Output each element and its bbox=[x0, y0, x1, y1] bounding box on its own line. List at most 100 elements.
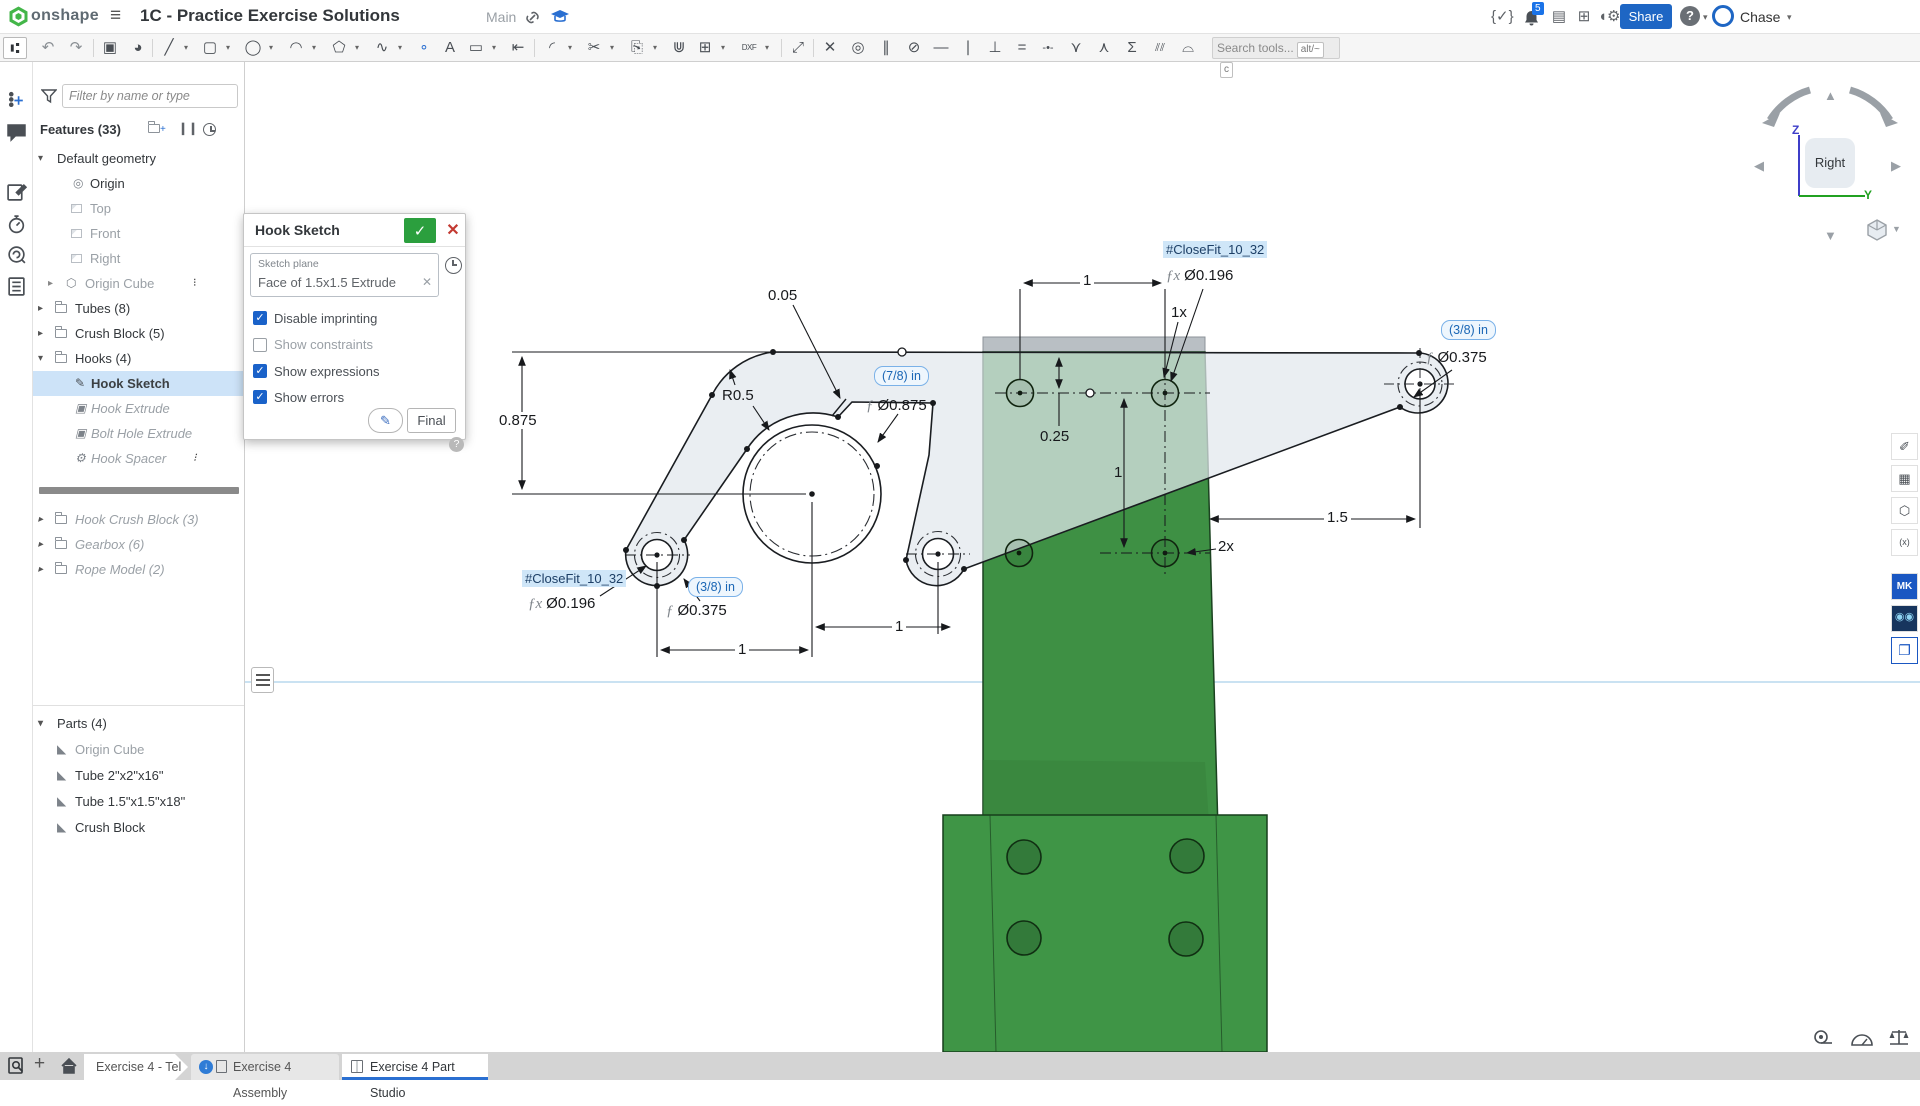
part-row-crush-block[interactable]: ◣Crush Block bbox=[33, 815, 245, 840]
hamburger-menu-icon[interactable]: ≡ bbox=[110, 5, 121, 27]
dimension-tool-icon[interactable]: ⇤ bbox=[506, 37, 530, 59]
text-tool-icon[interactable]: A bbox=[438, 37, 462, 59]
view-options-caret-icon[interactable]: ▼ bbox=[1892, 224, 1901, 234]
fillet-tool-caret-icon[interactable]: ▾ bbox=[564, 37, 576, 59]
circle-tool-caret-icon[interactable]: ▾ bbox=[265, 37, 277, 59]
equal-constraint-icon[interactable]: = bbox=[1010, 37, 1034, 59]
tab-exercise-4-tel[interactable]: Exercise 4 - Tel bbox=[84, 1054, 188, 1080]
home-tab-icon[interactable] bbox=[60, 1057, 78, 1075]
dim-dia-0.875[interactable]: ƒØ0.875 bbox=[866, 397, 927, 415]
line-tool-caret-icon[interactable]: ▾ bbox=[180, 37, 192, 59]
dim-dia-0.196-top[interactable]: ƒxØ0.196 bbox=[1166, 267, 1233, 285]
redo-button[interactable]: ↷ bbox=[64, 37, 88, 59]
count-2x[interactable]: 2x bbox=[1218, 538, 1234, 555]
workspace-name[interactable]: Main bbox=[486, 9, 516, 25]
units-pill-3-8-bottom[interactable]: (3/8) in bbox=[688, 577, 743, 597]
row-menu-dots-icon[interactable]: ⁝ bbox=[193, 271, 197, 296]
share-link-icon[interactable] bbox=[524, 9, 541, 26]
dim-1-mid[interactable]: 1 bbox=[1114, 464, 1122, 481]
document-title[interactable]: 1C - Practice Exercise Solutions bbox=[140, 6, 400, 26]
line-tool-icon[interactable]: ╱ bbox=[157, 37, 181, 59]
rotate-down-arrow[interactable]: ▼ bbox=[1824, 228, 1837, 243]
config-cube-panel-icon[interactable]: ⬡ bbox=[1891, 497, 1918, 524]
revolve-tool-icon[interactable]: ◕ bbox=[126, 37, 150, 59]
show-constraints-checkbox[interactable] bbox=[253, 338, 267, 352]
mirror-tool-icon[interactable]: ⋓ bbox=[667, 37, 691, 59]
dim-0.875[interactable]: 0.875 bbox=[496, 412, 540, 429]
sketch-plane-field[interactable]: Sketch plane Face of 1.5x1.5 Extrude ✕ bbox=[250, 253, 439, 297]
rotate-up-arrow[interactable]: ▲ bbox=[1824, 88, 1837, 103]
perpendicular-constraint-icon[interactable]: ⊥ bbox=[983, 37, 1007, 59]
history-clock-icon[interactable] bbox=[203, 121, 216, 137]
mcmaster-panel-icon[interactable]: MK bbox=[1891, 573, 1918, 600]
tab-exercise-4-assembly[interactable]: ↓ Exercise 4 Assembly bbox=[191, 1054, 339, 1080]
count-1x[interactable]: 1x bbox=[1171, 304, 1187, 321]
filter-icon[interactable] bbox=[41, 88, 57, 104]
feature-row-right-plane[interactable]: Right bbox=[33, 246, 245, 271]
slot-tool-icon[interactable]: ▭ bbox=[464, 37, 488, 59]
user-menu-caret-icon[interactable]: ▾ bbox=[1787, 12, 1792, 23]
normal-constraint-icon[interactable]: ⌓ bbox=[1176, 37, 1200, 59]
feature-row-hook-extrude[interactable]: ▣Hook Extrude bbox=[33, 396, 245, 421]
dim-1-bottom-left[interactable]: 1 bbox=[735, 641, 749, 658]
dim-0.25[interactable]: 0.25 bbox=[1040, 428, 1069, 445]
onshape-logo-icon[interactable] bbox=[8, 6, 29, 27]
mass-properties-scale-icon[interactable] bbox=[1888, 1028, 1910, 1048]
configurations-panel-icon[interactable]: ▦ bbox=[1891, 465, 1918, 492]
feature-row-hook-sketch[interactable]: ✎Hook Sketch bbox=[33, 371, 245, 396]
rollback-bar[interactable] bbox=[39, 487, 239, 494]
feature-row-tubes-folder[interactable]: ▸Tubes (8) bbox=[33, 296, 245, 321]
comments-icon[interactable] bbox=[6, 122, 27, 143]
feature-row-hooks-folder[interactable]: ▾Hooks (4) bbox=[33, 346, 245, 371]
arc-tool-caret-icon[interactable]: ▾ bbox=[308, 37, 320, 59]
polygon-tool-icon[interactable]: ⬠ bbox=[327, 37, 351, 59]
feature-row-hook-spacer[interactable]: ⚙Hook Spacer⁝ bbox=[33, 446, 245, 471]
create-folder-icon[interactable]: + bbox=[148, 121, 166, 135]
import-dxf-caret-icon[interactable]: ▾ bbox=[761, 37, 773, 59]
offset-tool-caret-icon[interactable]: ▾ bbox=[649, 37, 661, 59]
construction-toggle-icon[interactable]: ⫽⫽ bbox=[1148, 37, 1172, 59]
history-stopwatch-icon[interactable] bbox=[6, 214, 27, 235]
slot-tool-caret-icon[interactable]: ▾ bbox=[488, 37, 500, 59]
rotate-left-arrow[interactable]: ◀ bbox=[1754, 158, 1764, 174]
equation-icon[interactable]: Σ bbox=[1120, 37, 1144, 59]
units-pill-3-8-right[interactable]: (3/8) in bbox=[1441, 320, 1496, 340]
dim-dia-0.196-bottom[interactable]: ƒxØ0.196 bbox=[528, 595, 595, 613]
concentric-constraint-icon[interactable]: ◎ bbox=[846, 37, 870, 59]
feature-row-origin-cube[interactable]: ▸⬡Origin Cube⁝ bbox=[33, 271, 245, 296]
feature-row-hook-crush-block-folder[interactable]: ▸Hook Crush Block (3) bbox=[33, 507, 245, 532]
part-row-tube-1.5x1.5x18[interactable]: ◣Tube 1.5"x1.5"x18" bbox=[33, 789, 245, 814]
sketch-indicator-button[interactable] bbox=[251, 667, 274, 693]
parts-header-row[interactable]: ▾Parts (4) bbox=[33, 711, 245, 736]
dim-dia-0.375-bottom[interactable]: ƒØ0.375 bbox=[666, 602, 727, 620]
confirm-check-button[interactable]: ✓ bbox=[404, 218, 436, 243]
final-button[interactable]: Final bbox=[407, 408, 456, 433]
new-tab-button[interactable]: + bbox=[34, 1053, 45, 1075]
dim-0.05[interactable]: 0.05 bbox=[768, 287, 797, 304]
rectangle-tool-icon[interactable]: ▢ bbox=[198, 37, 222, 59]
point-tool-icon[interactable]: ∘ bbox=[412, 37, 436, 59]
search-tools-input[interactable]: Search tools...alt/~c bbox=[1212, 37, 1340, 59]
fix-constraint-icon[interactable]: ⋏ bbox=[1092, 37, 1116, 59]
rectangle-tool-caret-icon[interactable]: ▾ bbox=[222, 37, 234, 59]
dim-1-bottom-right[interactable]: 1 bbox=[892, 618, 906, 635]
clear-selection-icon[interactable]: ✕ bbox=[422, 275, 432, 289]
feature-row-rope-model-folder[interactable]: ▸Rope Model (2) bbox=[33, 557, 245, 582]
feature-row-bolt-hole-extrude[interactable]: ▣Bolt Hole Extrude bbox=[33, 421, 245, 446]
polygon-tool-caret-icon[interactable]: ▾ bbox=[351, 37, 363, 59]
pierce-constraint-icon[interactable]: ⋎ bbox=[1064, 37, 1088, 59]
row-menu-dots-icon[interactable]: ⁝ bbox=[193, 446, 197, 471]
undo-button[interactable]: ↶ bbox=[36, 37, 60, 59]
search-model-icon[interactable] bbox=[6, 244, 27, 265]
learning-center-icon[interactable] bbox=[551, 9, 569, 25]
share-button[interactable]: Share bbox=[1620, 4, 1672, 29]
variables-panel-icon[interactable]: (x) bbox=[1891, 529, 1918, 556]
spline-tool-icon[interactable]: ∿ bbox=[370, 37, 394, 59]
tangent-constraint-icon[interactable]: ⊘ bbox=[902, 37, 926, 59]
apps-grid-icon[interactable]: ⊞ bbox=[1573, 6, 1595, 28]
user-name[interactable]: Chase bbox=[1740, 9, 1780, 25]
dialog-help-icon[interactable]: ? bbox=[449, 437, 464, 452]
documentation-panel-icon[interactable]: ❐ bbox=[1891, 637, 1918, 664]
dim-1.5[interactable]: 1.5 bbox=[1324, 509, 1351, 526]
notifications-bell-icon[interactable]: 5 bbox=[1520, 6, 1542, 28]
